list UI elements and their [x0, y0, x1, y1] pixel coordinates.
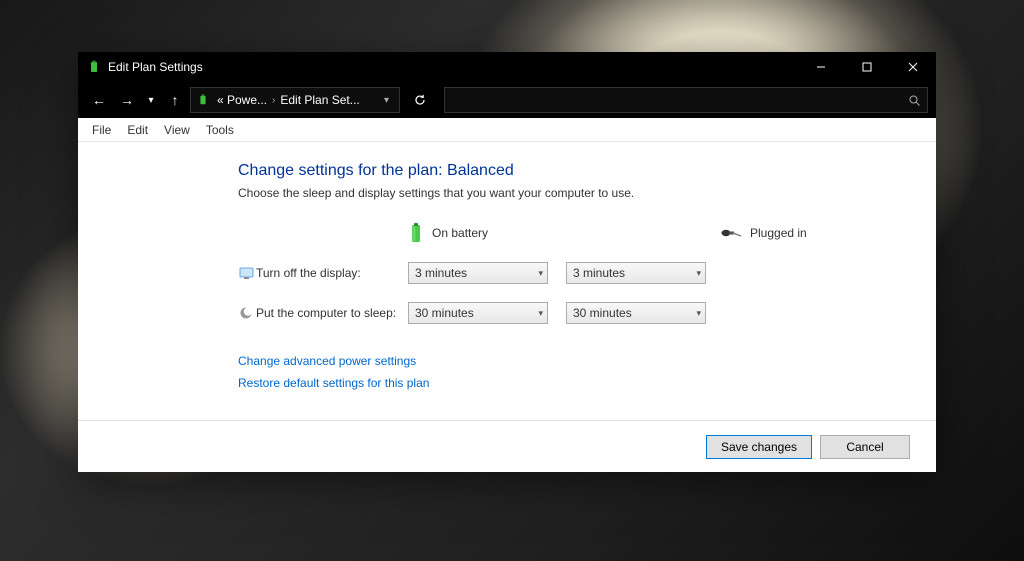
menubar: File Edit View Tools — [78, 118, 936, 142]
dropdown-value: 3 minutes — [415, 266, 538, 280]
column-battery-label: On battery — [432, 226, 488, 240]
column-plugged-label: Plugged in — [750, 226, 807, 240]
footer: Save changes Cancel — [78, 420, 936, 472]
up-button[interactable]: ↑ — [162, 87, 188, 113]
chevron-down-icon: ▾ — [696, 308, 701, 319]
content-area: Change settings for the plan: Balanced C… — [78, 142, 936, 420]
plug-icon — [720, 226, 742, 240]
navbar: ← → ▾ ↑ « Powe... › Edit Plan Set... ▾ — [78, 82, 936, 118]
cancel-button[interactable]: Cancel — [820, 435, 910, 459]
chevron-down-icon[interactable]: ▾ — [378, 95, 395, 106]
row-display: Turn off the display: 3 minutes ▾ 3 minu… — [238, 262, 936, 284]
column-plugged: Plugged in — [720, 226, 860, 240]
chevron-right-icon: › — [269, 95, 278, 106]
minimize-button[interactable] — [798, 52, 844, 82]
sleep-plugged-dropdown[interactable]: 30 minutes ▾ — [566, 302, 706, 324]
menu-edit[interactable]: Edit — [119, 120, 156, 140]
display-battery-dropdown[interactable]: 3 minutes ▾ — [408, 262, 548, 284]
row-display-label: Turn off the display: — [256, 266, 408, 280]
breadcrumb-segment[interactable]: Edit Plan Set... — [278, 93, 361, 107]
search-input[interactable] — [451, 93, 908, 107]
forward-button[interactable]: → — [114, 87, 140, 113]
advanced-settings-link[interactable]: Change advanced power settings — [238, 350, 936, 372]
breadcrumb-segment[interactable]: « Powe... — [215, 93, 269, 107]
page-heading: Change settings for the plan: Balanced — [238, 162, 936, 180]
page-description: Choose the sleep and display settings th… — [238, 186, 936, 200]
chevron-down-icon: ▾ — [538, 308, 543, 319]
power-icon — [86, 59, 102, 75]
save-button[interactable]: Save changes — [706, 435, 812, 459]
menu-tools[interactable]: Tools — [198, 120, 242, 140]
power-icon — [195, 92, 211, 108]
dropdown-value: 30 minutes — [415, 306, 538, 320]
restore-defaults-link[interactable]: Restore default settings for this plan — [238, 372, 936, 394]
dropdown-value: 30 minutes — [573, 306, 696, 320]
window-title: Edit Plan Settings — [108, 60, 798, 74]
close-button[interactable] — [890, 52, 936, 82]
links-block: Change advanced power settings Restore d… — [238, 350, 936, 394]
row-sleep: Put the computer to sleep: 30 minutes ▾ … — [238, 302, 936, 324]
maximize-button[interactable] — [844, 52, 890, 82]
recent-locations-button[interactable]: ▾ — [142, 87, 160, 113]
display-plugged-dropdown[interactable]: 3 minutes ▾ — [566, 262, 706, 284]
display-icon — [238, 265, 254, 281]
chevron-down-icon: ▾ — [696, 268, 701, 279]
edit-plan-settings-window: Edit Plan Settings ← → ▾ ↑ « Powe... › E… — [78, 52, 936, 472]
search-icon[interactable] — [908, 94, 921, 107]
battery-icon — [408, 222, 424, 244]
menu-file[interactable]: File — [84, 120, 119, 140]
back-button[interactable]: ← — [86, 87, 112, 113]
row-sleep-label: Put the computer to sleep: — [256, 306, 408, 320]
breadcrumb[interactable]: « Powe... › Edit Plan Set... ▾ — [190, 87, 400, 113]
dropdown-value: 3 minutes — [573, 266, 696, 280]
menu-view[interactable]: View — [156, 120, 198, 140]
titlebar[interactable]: Edit Plan Settings — [78, 52, 936, 82]
search-box[interactable] — [444, 87, 928, 113]
moon-icon — [238, 305, 254, 321]
sleep-battery-dropdown[interactable]: 30 minutes ▾ — [408, 302, 548, 324]
column-headers: On battery Plugged in — [408, 222, 936, 244]
column-battery: On battery — [408, 222, 562, 244]
chevron-down-icon: ▾ — [538, 268, 543, 279]
refresh-button[interactable] — [406, 87, 434, 113]
